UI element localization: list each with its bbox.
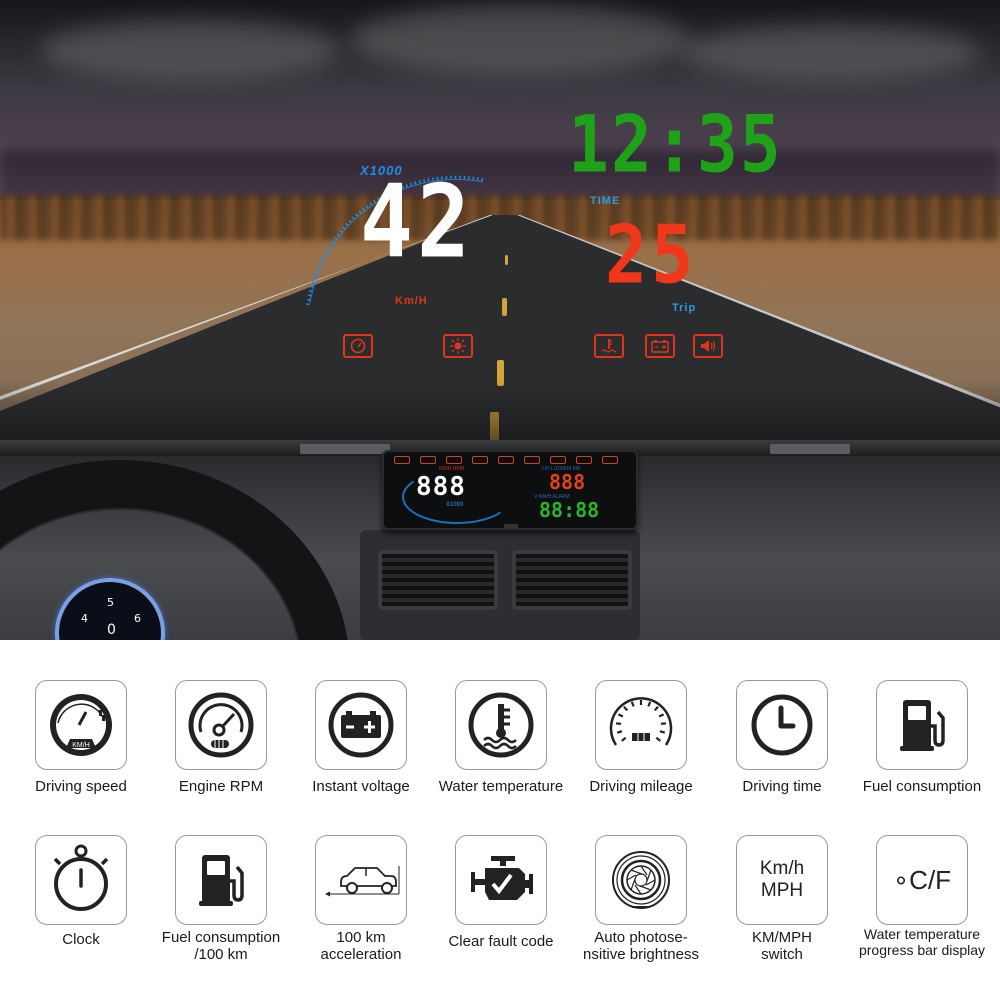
product-photo-scene: X1000 42 Km/H 12:35 TIME 25 Trip 4 5 6 0…	[0, 0, 1000, 640]
stopwatch-icon	[53, 844, 109, 911]
rpm-gauge-icon	[188, 692, 254, 758]
feature-label: Clock	[62, 931, 100, 948]
hud-time-readout: 12:35	[568, 100, 783, 191]
battery-icon	[328, 692, 394, 758]
odometer-tick	[655, 736, 661, 742]
road-center-line	[505, 255, 508, 265]
feature-fuel-consumption: Fuel consumption	[852, 680, 992, 795]
feature-label: Instant voltage	[312, 778, 410, 795]
hud-time-label: TIME	[590, 195, 621, 207]
cloud	[40, 20, 340, 80]
feature-clear-fault-code: Clear fault code	[431, 835, 571, 950]
usb-port	[504, 524, 518, 528]
air-vent	[378, 550, 498, 610]
odometer-tick	[653, 706, 659, 712]
speedometer-icon: KM/H	[50, 694, 112, 756]
hud-device: KM/H RPM L/H L/100KM KM V KM/H ALARM 888…	[382, 450, 638, 530]
feature-water-temp-progress: ∘C/F Water temperature progress bar disp…	[852, 835, 992, 958]
hud-trip-readout: 25	[605, 207, 698, 303]
odometer-tick	[630, 701, 635, 707]
feature-label: 100 km acceleration	[320, 929, 402, 964]
feature-driving-mileage: Driving mileage	[571, 680, 711, 795]
device-rpm-multiplier: X1000	[446, 502, 464, 508]
temp-unit-icon: ∘C/F	[892, 864, 952, 895]
odometer-tick	[623, 706, 629, 712]
feature-driving-speed: KM/H Driving speed	[11, 680, 151, 795]
feature-label: Engine RPM	[178, 778, 264, 795]
feature-label: KM/MPH switch	[752, 929, 812, 964]
feature-label: Driving speed	[35, 778, 127, 795]
feature-clock: Clock	[11, 835, 151, 948]
feature-instant-voltage: Instant voltage	[291, 680, 431, 795]
feature-label: Clear fault code	[448, 933, 554, 950]
feature-fuel-consumption-100km: Fuel consumption /100 km	[151, 835, 291, 964]
clock-icon	[751, 694, 813, 756]
cloud	[680, 25, 980, 80]
defrost-vent	[770, 444, 850, 454]
water-temperature-icon	[468, 692, 534, 758]
feature-driving-time: Driving time	[712, 680, 852, 795]
defrost-vent	[300, 444, 390, 454]
fuel-pump-icon	[900, 700, 945, 751]
odometer-tick	[647, 701, 652, 707]
aperture-icon	[612, 851, 670, 909]
feature-label: Water temperature	[438, 778, 564, 795]
fuel-pump-icon	[199, 855, 244, 906]
odometer-tick	[616, 730, 623, 734]
speaker-icon	[693, 334, 723, 358]
odometer-tick	[621, 736, 627, 742]
feature-label: Driving time	[742, 778, 822, 795]
unit-switch-icon: Km/h MPH	[759, 858, 805, 901]
feature-label: Fuel consumption /100 km	[161, 929, 281, 964]
odometer-icon	[609, 697, 673, 746]
feature-auto-brightness: Auto photose- nsitive brightness	[571, 835, 711, 964]
feature-label: Water temperature progress bar display	[858, 926, 986, 958]
hud-speed-readout: 42	[360, 162, 474, 281]
car-acceleration-icon	[325, 866, 400, 897]
feature-label: Auto photose- nsitive brightness	[583, 929, 699, 964]
cloud	[350, 5, 690, 75]
speedometer-icon	[343, 334, 373, 358]
feature-engine-rpm: Engine RPM	[151, 680, 291, 795]
water-temp-icon	[594, 334, 624, 358]
device-speed-display: 888	[416, 472, 466, 502]
device-green-display: 88:88	[539, 498, 600, 522]
feature-label: Driving mileage	[589, 778, 693, 795]
device-warning-icons	[394, 456, 618, 464]
odometer-tick	[658, 713, 665, 718]
road-center-line	[502, 298, 507, 316]
device-red-display: 888	[549, 470, 586, 494]
svg-text:KM/H: KM/H	[72, 742, 90, 749]
feature-100km-acceleration: 100 km acceleration	[291, 835, 431, 964]
air-vent	[512, 550, 632, 610]
feature-water-temperature: Water temperature	[431, 680, 571, 795]
feature-km-mph-switch: Km/h MPH KM/MPH switch	[712, 835, 852, 964]
engine-check-icon	[471, 856, 533, 900]
feature-label: Fuel consumption	[862, 778, 982, 795]
brightness-icon	[443, 334, 473, 358]
odometer-tick	[617, 713, 624, 718]
odometer-tick	[659, 730, 666, 734]
hud-speed-unit: Km/H	[395, 295, 428, 307]
battery-icon	[645, 334, 675, 358]
hud-trip-label: Trip	[672, 302, 697, 314]
